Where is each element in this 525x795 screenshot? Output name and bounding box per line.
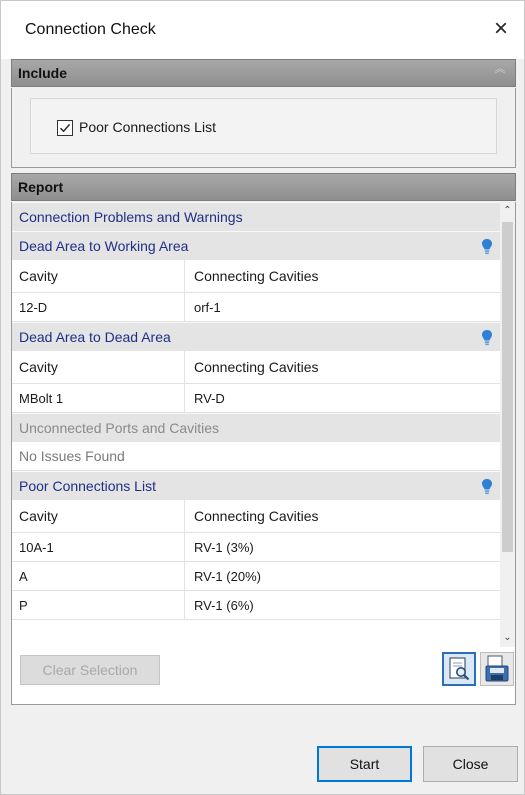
include-section-header[interactable]: Include ︽ (11, 59, 516, 87)
group-label: Unconnected Ports and Cavities (19, 420, 219, 436)
no-issues-row: No Issues Found (12, 442, 502, 471)
preview-button[interactable] (442, 652, 476, 686)
close-icon[interactable]: × (486, 14, 516, 44)
lightbulb-icon[interactable] (481, 238, 493, 256)
page-preview-icon (449, 657, 470, 681)
group-label: Dead Area to Dead Area (19, 329, 171, 345)
table-row[interactable]: MBolt 1 RV-D (12, 384, 502, 413)
cavity-cell: MBolt 1 (19, 391, 64, 406)
report-list: Connection Problems and Warnings Dead Ar… (12, 202, 502, 647)
column-header-connecting: Connecting Cavities (194, 268, 319, 284)
list-group-row[interactable]: Dead Area to Dead Area (12, 322, 502, 351)
save-report-button[interactable] (480, 652, 514, 686)
include-header-label: Include (18, 65, 68, 81)
collapse-icon[interactable]: ︽ (493, 64, 507, 80)
save-report-icon (485, 655, 509, 682)
window-title: Connection Check (25, 21, 156, 38)
title-bar: Connection Check × (1, 1, 524, 59)
column-header-connecting: Connecting Cavities (194, 359, 319, 375)
connecting-cell: RV-1 (6%) (194, 598, 254, 613)
scroll-thumb[interactable] (502, 222, 513, 552)
cavity-cell: 10A-1 (19, 540, 54, 555)
connecting-cell: RV-1 (20%) (194, 569, 261, 584)
column-header-cavity: Cavity (19, 268, 58, 284)
poor-connections-label[interactable]: Poor Connections List (79, 119, 216, 135)
table-header-row: Cavity Connecting Cavities (12, 260, 502, 293)
connecting-cell: RV-D (194, 391, 225, 406)
scroll-up-icon[interactable]: ⌃ (500, 202, 515, 220)
close-button[interactable]: Close (423, 746, 518, 782)
report-section-body: Connection Problems and Warnings Dead Ar… (11, 202, 516, 705)
table-row[interactable]: 12-D orf-1 (12, 293, 502, 322)
cavity-cell: 12-D (19, 300, 48, 315)
list-group-row[interactable]: Poor Connections List (12, 471, 502, 500)
report-section-header: Report (11, 173, 516, 201)
table-row[interactable]: P RV-1 (6%) (12, 591, 502, 620)
lightbulb-icon[interactable] (481, 478, 493, 496)
vertical-scrollbar[interactable]: ⌃ ⌄ (500, 202, 515, 647)
include-group-box: Poor Connections List (30, 98, 497, 154)
table-row[interactable]: 10A-1 RV-1 (3%) (12, 533, 502, 562)
cavity-cell: A (19, 569, 28, 584)
table-header-row: Cavity Connecting Cavities (12, 351, 502, 384)
no-issues-text: No Issues Found (19, 448, 125, 464)
poor-connections-checkbox[interactable] (57, 120, 73, 136)
group-label: Connection Problems and Warnings (19, 209, 243, 225)
group-label: Dead Area to Working Area (19, 238, 189, 254)
group-label: Poor Connections List (19, 478, 156, 494)
list-group-row[interactable]: Unconnected Ports and Cavities (12, 413, 502, 442)
start-button[interactable]: Start (317, 746, 412, 782)
list-group-row[interactable]: Dead Area to Working Area (12, 231, 502, 260)
checkmark-icon (60, 123, 71, 133)
table-header-row: Cavity Connecting Cavities (12, 500, 502, 533)
include-section-body: Poor Connections List (11, 88, 516, 168)
cavity-cell: P (19, 598, 28, 613)
column-header-connecting: Connecting Cavities (194, 508, 319, 524)
lightbulb-icon[interactable] (481, 329, 493, 347)
connecting-cell: RV-1 (3%) (194, 540, 254, 555)
list-group-row[interactable]: Connection Problems and Warnings (12, 202, 502, 231)
column-header-cavity: Cavity (19, 508, 58, 524)
report-header-label: Report (18, 179, 64, 195)
clear-selection-button[interactable]: Clear Selection (20, 655, 160, 685)
scroll-down-icon[interactable]: ⌄ (500, 629, 515, 647)
connection-check-dialog: Connection Check × Include ︽ Poor Connec… (0, 0, 525, 795)
column-header-cavity: Cavity (19, 359, 58, 375)
connecting-cell: orf-1 (194, 300, 221, 315)
table-row[interactable]: A RV-1 (20%) (12, 562, 502, 591)
